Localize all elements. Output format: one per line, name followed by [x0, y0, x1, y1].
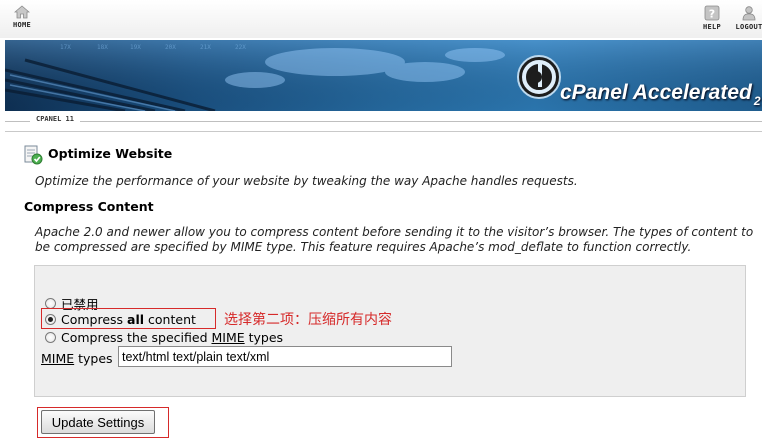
radio-compress-mime[interactable]: [45, 332, 56, 343]
svg-text:20X: 20X: [165, 44, 176, 51]
cpanel-logo-icon: [517, 55, 561, 99]
version-tab: CPANEL 11: [30, 115, 80, 123]
help-button[interactable]: ? HELP: [692, 5, 732, 35]
svg-text:18X: 18X: [97, 44, 108, 51]
optimize-page-icon: [24, 145, 43, 165]
svg-text:19X: 19X: [130, 44, 141, 51]
svg-text:?: ?: [709, 8, 715, 21]
svg-text:21X: 21X: [200, 44, 211, 51]
divider-line: [5, 121, 762, 122]
brand-text: cPanel Accelerated 2: [560, 81, 761, 108]
brand-version: 2: [753, 94, 761, 108]
cpanel-brand: cPanel Accelerated 2: [512, 50, 762, 110]
help-icon: ?: [704, 5, 720, 21]
logout-label: LOGOUT: [735, 23, 762, 31]
version-strip: CPANEL 11: [5, 112, 762, 132]
annotation-text: 选择第二项：压缩所有内容: [224, 312, 392, 328]
mime-types-input[interactable]: [118, 346, 452, 367]
page-description: Optimize the performance of your website…: [35, 174, 578, 188]
option-compress-all[interactable]: Compress all content: [45, 312, 196, 327]
home-button[interactable]: HOME: [2, 5, 42, 35]
help-label: HELP: [702, 23, 722, 31]
mime-types-label: MIME types: [41, 351, 113, 366]
section-title-compress: Compress Content: [24, 199, 154, 214]
page-title: Optimize Website: [48, 146, 173, 161]
radio-compress-all[interactable]: [45, 314, 56, 325]
update-settings-button[interactable]: Update Settings: [41, 410, 155, 434]
top-nav-bar: HOME ? HELP LOGOUT: [0, 0, 762, 38]
option-compress-all-label: Compress all content: [61, 312, 196, 327]
option-compress-mime-label: Compress the specified MIME types: [61, 330, 284, 345]
home-icon: [14, 5, 30, 19]
logout-button[interactable]: LOGOUT: [729, 5, 762, 35]
logout-icon: [742, 6, 756, 21]
svg-text:22X: 22X: [235, 44, 246, 51]
cpanel-banner: 17X 18X 19X 20X 21X 22X cPanel Accelerated 2: [5, 40, 762, 111]
home-label: HOME: [12, 21, 32, 29]
option-compress-mime[interactable]: Compress the specified MIME types: [45, 330, 283, 345]
section-description: Apache 2.0 and newer allow you to compre…: [35, 225, 754, 254]
svg-text:17X: 17X: [60, 44, 71, 51]
